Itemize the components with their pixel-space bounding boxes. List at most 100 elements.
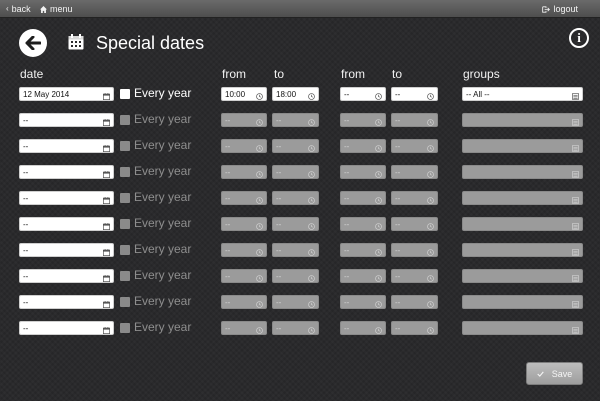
from-2-input[interactable]: --: [340, 217, 386, 231]
from-2-input[interactable]: --: [340, 269, 386, 283]
every-year-checkbox[interactable]: [120, 271, 130, 281]
date-input[interactable]: --: [19, 139, 114, 153]
from-2-input[interactable]: --: [340, 243, 386, 257]
from-2-input[interactable]: --: [340, 87, 386, 101]
from-1-input[interactable]: --: [221, 321, 267, 335]
to-2-input[interactable]: --: [391, 217, 438, 231]
to-1-input-value: --: [276, 168, 282, 177]
every-year-checkbox[interactable]: [120, 193, 130, 203]
every-year-checkbox[interactable]: [120, 141, 130, 151]
from-1-input[interactable]: --: [221, 243, 267, 257]
from-2-input[interactable]: --: [340, 191, 386, 205]
to-2-input[interactable]: --: [391, 321, 438, 335]
groups-select[interactable]: [462, 165, 583, 179]
column-header-from-1: from: [222, 67, 246, 81]
groups-select[interactable]: [462, 113, 583, 127]
to-1-input[interactable]: --: [272, 269, 319, 283]
to-2-input[interactable]: --: [391, 243, 438, 257]
date-input[interactable]: --: [19, 295, 114, 309]
every-year-checkbox[interactable]: [120, 245, 130, 255]
groups-select[interactable]: [462, 269, 583, 283]
groups-select[interactable]: [462, 139, 583, 153]
date-input[interactable]: --: [19, 321, 114, 335]
to-1-input[interactable]: --: [272, 217, 319, 231]
from-1-input[interactable]: --: [221, 113, 267, 127]
every-year-checkbox[interactable]: [120, 297, 130, 307]
to-1-input-value: 18:00: [276, 90, 297, 99]
date-input[interactable]: --: [19, 217, 114, 231]
back-link[interactable]: ‹ back: [6, 4, 31, 14]
save-button[interactable]: Save: [526, 362, 583, 385]
every-year-label: Every year: [134, 138, 192, 152]
date-input[interactable]: 12 May 2014: [19, 87, 114, 101]
groups-select[interactable]: [462, 243, 583, 257]
to-2-input-value: --: [395, 116, 401, 125]
page-title: Special dates: [96, 33, 205, 53]
date-input[interactable]: --: [19, 113, 114, 127]
every-year-checkbox[interactable]: [120, 167, 130, 177]
menu-link[interactable]: menu: [40, 4, 73, 14]
from-1-input[interactable]: --: [221, 217, 267, 231]
to-1-input[interactable]: 18:00: [272, 87, 319, 101]
every-year-checkbox[interactable]: [120, 219, 130, 229]
to-2-input[interactable]: --: [391, 269, 438, 283]
to-1-input[interactable]: --: [272, 165, 319, 179]
to-2-input[interactable]: --: [391, 139, 438, 153]
date-input[interactable]: --: [19, 165, 114, 179]
to-2-input[interactable]: --: [391, 165, 438, 179]
to-1-input-value: --: [276, 142, 282, 151]
groups-select[interactable]: [462, 295, 583, 309]
table-row: -- Every year -- -- -- --: [0, 190, 600, 205]
from-2-input[interactable]: --: [340, 295, 386, 309]
groups-select[interactable]: [462, 191, 583, 205]
groups-select[interactable]: -- All --: [462, 87, 583, 101]
from-1-input[interactable]: --: [221, 269, 267, 283]
date-input[interactable]: --: [19, 243, 114, 257]
groups-select[interactable]: [462, 217, 583, 231]
from-1-input[interactable]: --: [221, 165, 267, 179]
every-year-checkbox[interactable]: [120, 115, 130, 125]
back-button[interactable]: [19, 29, 47, 57]
to-1-input[interactable]: --: [272, 139, 319, 153]
clock-icon: [256, 299, 263, 308]
date-input[interactable]: --: [19, 191, 114, 205]
logout-link[interactable]: logout: [542, 4, 578, 14]
clock-icon: [375, 143, 382, 152]
from-2-input[interactable]: --: [340, 113, 386, 127]
groups-select[interactable]: [462, 321, 583, 335]
clock-icon: [308, 299, 315, 308]
from-2-input-value: --: [344, 324, 350, 333]
to-1-input[interactable]: --: [272, 321, 319, 335]
from-2-input[interactable]: --: [340, 165, 386, 179]
from-1-input[interactable]: --: [221, 139, 267, 153]
to-2-input[interactable]: --: [391, 191, 438, 205]
info-button[interactable]: i: [569, 28, 589, 48]
to-1-input[interactable]: --: [272, 113, 319, 127]
every-year-label: Every year: [134, 216, 192, 230]
from-1-input[interactable]: --: [221, 295, 267, 309]
from-2-input[interactable]: --: [340, 139, 386, 153]
date-input-value: 12 May 2014: [23, 90, 70, 99]
clock-icon: [427, 299, 434, 308]
every-year-checkbox[interactable]: [120, 89, 130, 99]
to-1-input[interactable]: --: [272, 243, 319, 257]
to-2-input-value: --: [395, 246, 401, 255]
to-2-input[interactable]: --: [391, 295, 438, 309]
from-1-input[interactable]: 10:00: [221, 87, 267, 101]
table-row: -- Every year -- -- -- --: [0, 294, 600, 309]
list-icon: [572, 117, 579, 126]
to-1-input[interactable]: --: [272, 295, 319, 309]
to-2-input[interactable]: --: [391, 87, 438, 101]
back-link-label: back: [11, 4, 31, 14]
column-header-to-1: to: [274, 67, 285, 81]
table-row: -- Every year -- -- -- --: [0, 112, 600, 127]
date-input-value: --: [23, 142, 29, 151]
to-2-input[interactable]: --: [391, 113, 438, 127]
to-1-input[interactable]: --: [272, 191, 319, 205]
from-1-input-value: --: [225, 194, 231, 203]
table-row: -- Every year -- -- -- --: [0, 242, 600, 257]
from-2-input[interactable]: --: [340, 321, 386, 335]
every-year-checkbox[interactable]: [120, 323, 130, 333]
date-input[interactable]: --: [19, 269, 114, 283]
from-1-input[interactable]: --: [221, 191, 267, 205]
